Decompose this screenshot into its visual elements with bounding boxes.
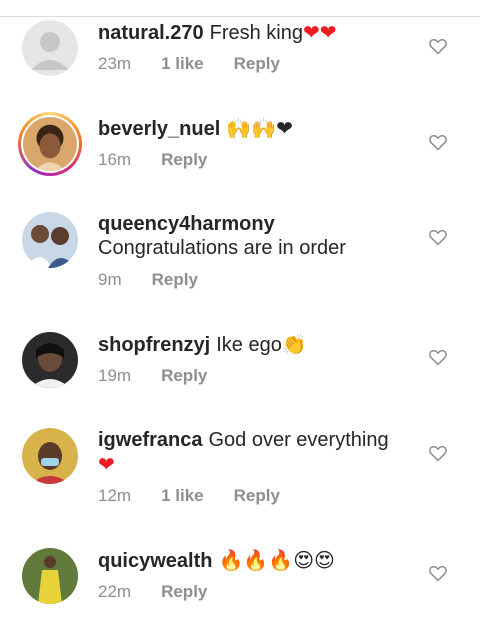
timestamp: 12m	[98, 486, 132, 505]
like-heart-icon[interactable]	[428, 227, 448, 247]
reply-button[interactable]: Reply	[161, 150, 207, 169]
reply-button[interactable]: Reply	[234, 486, 280, 505]
comment-text: natural.270 Fresh king❤❤	[98, 20, 418, 45]
comment-meta: 16m Reply	[98, 150, 237, 170]
timestamp: 22m	[98, 582, 132, 601]
comment-emoji: 🔥🔥🔥😍😍	[218, 548, 335, 572]
comment-item: queency4harmony Congratulations are in o…	[0, 200, 480, 300]
timestamp: 16m	[98, 150, 132, 169]
comment-text: quicywealth 🔥🔥🔥😍😍	[98, 548, 418, 573]
comment-text: queency4harmony Congratulations are in o…	[98, 212, 418, 260]
timestamp: 19m	[98, 366, 132, 385]
reply-button[interactable]: Reply	[161, 366, 207, 385]
heart-emoji: ❤	[98, 452, 115, 476]
avatar[interactable]	[22, 548, 78, 604]
like-heart-icon[interactable]	[428, 443, 448, 463]
comment-meta: 22m Reply	[98, 582, 237, 602]
like-heart-icon[interactable]	[428, 563, 448, 583]
comment-body: Fresh king	[209, 22, 303, 44]
comment-body: Ike ego	[216, 334, 282, 356]
timestamp: 23m	[98, 54, 132, 73]
avatar[interactable]	[22, 20, 78, 76]
comment-body: God over everything	[208, 429, 389, 451]
timestamp: 9m	[98, 270, 122, 289]
comment-meta: 9m Reply	[98, 270, 228, 290]
comment-emoji: 🙌🙌❤	[226, 116, 293, 140]
reply-button[interactable]: Reply	[152, 270, 198, 289]
reply-button[interactable]: Reply	[234, 54, 280, 73]
username[interactable]: queency4harmony	[98, 212, 412, 236]
comment-item: beverly_nuel 🙌🙌❤ 16m Reply	[0, 100, 480, 200]
like-heart-icon[interactable]	[428, 347, 448, 367]
avatar[interactable]	[22, 212, 78, 268]
comment-item: shopfrenzyj Ike ego👏 19m Reply	[0, 320, 480, 420]
comment-text: beverly_nuel 🙌🙌❤	[98, 116, 418, 141]
comment-text: igwefranca God over everything ❤	[98, 428, 418, 477]
username[interactable]: beverly_nuel	[98, 118, 220, 140]
like-heart-icon[interactable]	[428, 36, 448, 56]
avatar[interactable]	[22, 332, 78, 388]
username[interactable]: quicywealth	[98, 550, 212, 572]
avatar[interactable]	[23, 117, 77, 171]
comment-meta: 23m 1 like Reply	[98, 54, 310, 74]
comment-item: natural.270 Fresh king❤❤ 23m 1 like Reply	[0, 0, 480, 100]
like-count[interactable]: 1 like	[161, 54, 204, 73]
heart-emoji: ❤❤	[302, 20, 337, 44]
username[interactable]: natural.270	[98, 22, 204, 44]
comment-text: shopfrenzyj Ike ego👏	[98, 332, 418, 357]
avatar[interactable]	[22, 428, 78, 484]
reply-button[interactable]: Reply	[161, 582, 207, 601]
comment-item: igwefranca God over everything ❤ 12m 1 lik…	[0, 416, 480, 516]
comment-item: quicywealth 🔥🔥🔥😍😍 22m Reply	[0, 536, 480, 636]
like-count[interactable]: 1 like	[161, 486, 204, 505]
comment-meta: 12m 1 like Reply	[98, 486, 310, 506]
username[interactable]: igwefranca	[98, 429, 202, 451]
clap-emoji: 👏	[281, 332, 307, 356]
comment-meta: 19m Reply	[98, 366, 237, 386]
story-ring[interactable]	[18, 112, 82, 176]
username[interactable]: shopfrenzyj	[98, 334, 210, 356]
like-heart-icon[interactable]	[428, 132, 448, 152]
comment-body: Congratulations are in order	[98, 237, 346, 259]
